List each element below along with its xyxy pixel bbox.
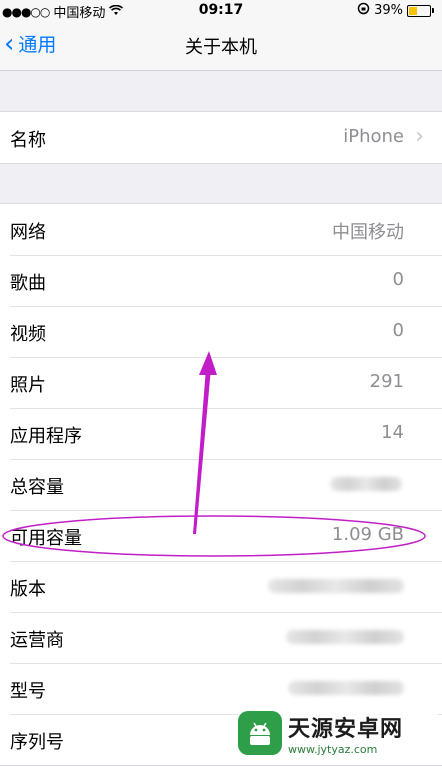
info-value: 0 [392, 320, 404, 341]
info-row-capacity[interactable]: 总容量 [0, 459, 442, 510]
info-label: 网络 [10, 222, 46, 243]
name-row[interactable]: 名称 iPhone › [0, 112, 442, 163]
info-value: 291 [369, 371, 404, 392]
info-row-version[interactable]: 版本 [0, 561, 442, 612]
info-row-songs[interactable]: 歌曲 0 [0, 255, 442, 306]
info-label: 版本 [10, 579, 46, 600]
redacted-value [286, 630, 404, 644]
status-bar: ●●●○○ 中国移动 09:17 39% [0, 0, 442, 21]
navigation-bar: ‹ 通用 关于本机 [0, 20, 442, 71]
info-value: 0 [392, 269, 404, 290]
watermark: 天源安卓网 www.jytyaz.com [238, 708, 438, 758]
watermark-url: www.jytyaz.com [288, 742, 378, 756]
info-row-photos[interactable]: 照片 291 [0, 357, 442, 408]
name-label: 名称 [10, 130, 46, 151]
info-value: 1.09 GB [331, 524, 404, 545]
redacted-value [330, 477, 402, 491]
info-label: 总容量 [10, 477, 64, 498]
info-row-model[interactable]: 型号 [0, 663, 442, 714]
redacted-value [288, 681, 404, 695]
info-label: 可用容量 [10, 528, 82, 549]
info-label: 照片 [10, 375, 46, 396]
info-label: 序列号 [10, 732, 64, 753]
battery-tip [432, 8, 434, 13]
info-label: 应用程序 [10, 426, 82, 447]
name-group: 名称 iPhone › [0, 111, 442, 164]
info-label: 型号 [10, 681, 46, 702]
watermark-text: 天源安卓网 www.jytyaz.com [288, 711, 403, 756]
info-row-available[interactable]: 可用容量 1.09 GB [0, 510, 442, 561]
chevron-right-icon: › [415, 124, 424, 149]
info-row-applications[interactable]: 应用程序 14 [0, 408, 442, 459]
watermark-name: 天源安卓网 [288, 716, 404, 742]
info-value: 中国移动 [332, 222, 404, 243]
info-row-carrier[interactable]: 运营商 [0, 612, 442, 663]
battery-fill [409, 6, 417, 15]
info-group: 网络 中国移动 歌曲 0 视频 0 照片 291 应用程序 14 总容量 可用容… [0, 203, 442, 766]
rotation-lock-icon [357, 2, 370, 19]
battery-icon [407, 4, 431, 17]
battery-percent: 39% [374, 3, 403, 18]
info-row-videos[interactable]: 视频 0 [0, 306, 442, 357]
info-label: 运营商 [10, 630, 64, 651]
info-label: 歌曲 [10, 273, 46, 294]
status-right: 39% [357, 2, 434, 19]
android-logo-icon [238, 711, 282, 755]
redacted-value [268, 579, 404, 593]
name-value: iPhone [343, 126, 404, 147]
info-value: 14 [381, 422, 404, 443]
page-title: 关于本机 [185, 37, 257, 58]
info-label: 视频 [10, 324, 46, 345]
info-row-network[interactable]: 网络 中国移动 [0, 204, 442, 255]
